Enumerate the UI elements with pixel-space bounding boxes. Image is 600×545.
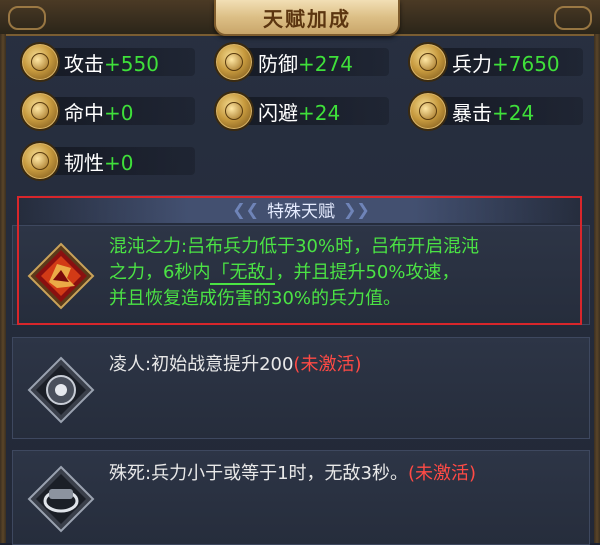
stat-attack: 攻击+550 bbox=[20, 42, 195, 82]
stat-value: +24 bbox=[492, 100, 535, 125]
talent-text: 凌人:初始战意提升200 bbox=[109, 354, 294, 375]
stat-troops: 兵力+7650 bbox=[408, 42, 583, 82]
stat-accuracy: 命中+0 bbox=[20, 91, 195, 131]
stat-name: 闪避 bbox=[258, 100, 298, 125]
stat-tenacity: 韧性+0 bbox=[20, 141, 195, 181]
stat-name: 韧性 bbox=[64, 150, 104, 175]
stat-defense: 防御+274 bbox=[214, 42, 389, 82]
stat-crit: 暴击+24 bbox=[408, 91, 583, 131]
stat-value: +0 bbox=[104, 100, 134, 125]
stat-value: +0 bbox=[104, 150, 134, 175]
talent-card-overwhelm[interactable]: 凌人:初始战意提升200(未激活) bbox=[12, 337, 590, 439]
medal-icon bbox=[408, 42, 448, 82]
ornament-right bbox=[554, 6, 592, 30]
inactive-status: (未激活) bbox=[407, 463, 477, 484]
highlight-box bbox=[17, 196, 582, 325]
medal-icon bbox=[214, 42, 254, 82]
inactive-status: (未激活) bbox=[293, 354, 362, 375]
ornament-left bbox=[8, 6, 46, 30]
stat-name: 暴击 bbox=[452, 100, 492, 125]
stat-value: +274 bbox=[298, 51, 353, 76]
talent-description: 凌人:初始战意提升200(未激活) bbox=[109, 352, 579, 378]
talent-text: 殊死:兵力小于或等于1时，无敌3秒。 bbox=[109, 463, 408, 484]
overwhelm-icon bbox=[27, 356, 95, 424]
stat-name: 攻击 bbox=[64, 51, 104, 76]
talent-description: 殊死:兵力小于或等于1时，无敌3秒。(未激活) bbox=[109, 461, 589, 487]
medal-icon bbox=[214, 91, 254, 131]
panel-title: 天赋加成 bbox=[263, 6, 351, 31]
side-rail-right bbox=[594, 34, 600, 543]
medal-icon bbox=[20, 141, 60, 181]
stat-name: 命中 bbox=[64, 100, 104, 125]
stat-value: +24 bbox=[298, 100, 341, 125]
side-rail-left bbox=[0, 34, 6, 543]
medal-icon bbox=[408, 91, 448, 131]
stat-dodge: 闪避+24 bbox=[214, 91, 389, 131]
stat-name: 兵力 bbox=[452, 51, 492, 76]
medal-icon bbox=[20, 91, 60, 131]
title-plate: 天赋加成 bbox=[214, 0, 400, 36]
death-fight-icon bbox=[27, 465, 95, 533]
stat-value: +7650 bbox=[492, 51, 560, 76]
stat-name: 防御 bbox=[258, 51, 298, 76]
stat-value: +550 bbox=[104, 51, 159, 76]
talent-card-deathfight[interactable]: 殊死:兵力小于或等于1时，无敌3秒。(未激活) bbox=[12, 450, 590, 545]
medal-icon bbox=[20, 42, 60, 82]
